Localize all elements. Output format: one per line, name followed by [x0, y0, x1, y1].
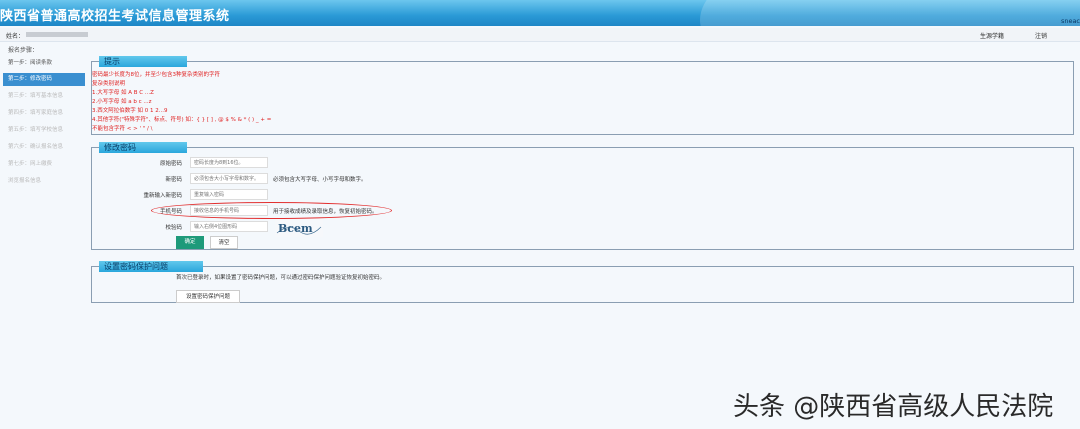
change-password-title: 修改密码: [99, 142, 187, 153]
set-protection-question-button[interactable]: 设置密码保护问题: [176, 290, 240, 303]
tip-line: 密码最少长度为8位，并至少包含3种复杂类别的字符: [92, 72, 221, 78]
source-watermark: 头条 @陕西省高级人民法院: [733, 392, 1054, 422]
tips-panel: 提示 密码最少长度为8位，并至少包含3种复杂类别的字符 复杂类别说明 1.大写字…: [91, 56, 1074, 135]
captcha-input[interactable]: [190, 221, 268, 232]
confirm-button[interactable]: 确定: [176, 236, 204, 249]
sidebar-step-1[interactable]: 第一步：阅读条款: [3, 57, 85, 70]
new-password-input[interactable]: [190, 173, 268, 184]
new-password-label: 新密码: [165, 177, 182, 183]
sidebar: 报名步骤： 第一步：阅读条款 第二步：修改密码 第三步：填写基本信息 第四步：填…: [0, 42, 88, 429]
password-protection-panel: 设置密码保护问题 首次已登录时，如果设置了密码保护问题，可以通过密码保护问题验证…: [91, 261, 1074, 303]
sidebar-step-5: 第五步：填写学校信息: [8, 127, 64, 133]
tips-title: 提示: [99, 56, 187, 67]
sidebar-step-7: 第七步：网上缴费: [8, 161, 53, 167]
banner-right-text: sneac: [1060, 17, 1080, 25]
banner-decoration: [700, 0, 1080, 26]
captcha-text: Bcem: [278, 222, 313, 235]
user-bar: 姓名： 生源学籍 注销: [0, 28, 1080, 42]
tip-line: 1.大写字母 如 A B C ...Z: [92, 90, 154, 96]
logout-link[interactable]: 注销: [1035, 31, 1047, 40]
phone-label: 手机号码: [159, 209, 182, 215]
original-password-input[interactable]: [190, 157, 268, 168]
clear-button[interactable]: 清空: [210, 236, 238, 249]
sidebar-heading: 报名步骤：: [8, 47, 39, 54]
phone-input[interactable]: [190, 205, 268, 216]
sidebar-step-3: 第三步：填写基本信息: [8, 93, 64, 99]
password-protection-title: 设置密码保护问题: [99, 261, 203, 272]
phone-hint: 用于接收成绩及录取信息，恢复初始密码。: [273, 209, 378, 215]
captcha-label: 校验码: [165, 225, 182, 231]
repeat-password-label: 重新输入新密码: [143, 193, 182, 199]
captcha-image[interactable]: Bcem: [275, 219, 323, 237]
masked-username: [26, 32, 88, 37]
password-protection-note: 首次已登录时，如果设置了密码保护问题，可以通过密码保护问题验证恢复初始密码。: [176, 275, 386, 281]
name-label: 姓名：: [6, 33, 25, 40]
repeat-password-input[interactable]: [190, 189, 268, 200]
tip-line: 4.其他字符("特殊字符"、标点、符号) 如：{ } [ ] , @ $ % &…: [92, 117, 272, 123]
student-record-link[interactable]: 生源学籍: [980, 31, 1004, 40]
sidebar-step-4: 第四步：填写家庭信息: [8, 110, 64, 116]
tip-line: 复杂类别说明: [92, 81, 126, 87]
app-title: 陕西省普通高校招生考试信息管理系统: [0, 9, 230, 24]
tip-line: 不能包含字符 < > ' " / \: [92, 126, 153, 132]
header-banner: 陕西省普通高校招生考试信息管理系统 sneac: [0, 0, 1080, 26]
tip-line: 2.小写字母 如 a b c ...z: [92, 99, 152, 105]
original-password-label: 原始密码: [159, 161, 182, 167]
tip-line: 3.西文阿拉伯数字 如 0 1 2...9: [92, 108, 168, 114]
change-password-panel: 修改密码 原始密码 新密码 必须包含大写字母、小写字母和数字。 重新输入新密码 …: [91, 142, 1074, 250]
sidebar-step-browse: 浏览报名信息: [8, 178, 42, 184]
sidebar-step-2[interactable]: 第二步：修改密码: [3, 73, 85, 86]
new-password-hint: 必须包含大写字母、小写字母和数字。: [273, 177, 367, 183]
sidebar-step-6: 第六步：确认报名信息: [8, 144, 64, 150]
